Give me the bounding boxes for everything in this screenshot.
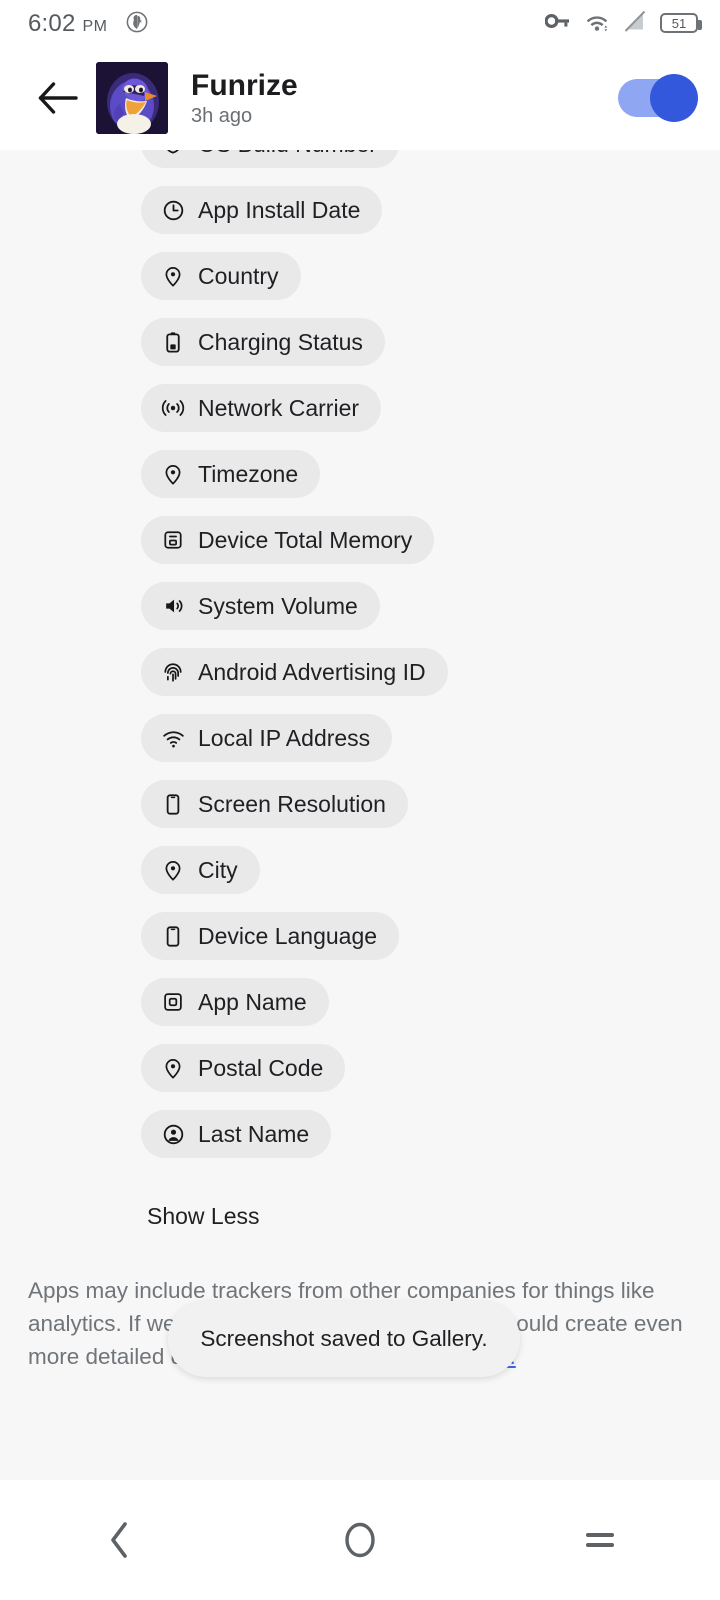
tracker-chip-label: App Install Date [198, 196, 361, 223]
tracker-chip[interactable]: Charging Status [141, 318, 385, 366]
tracker-chip[interactable]: Network Carrier [141, 384, 382, 432]
last-activity-label: 3h ago [191, 104, 253, 127]
tracker-chip-label: Device Language [198, 922, 378, 949]
tracker-chip-row: System Volume [141, 582, 720, 648]
tracker-chip-row: Timezone [141, 450, 720, 516]
tracker-chip-label: Screen Resolution [198, 790, 386, 817]
app-square-icon [161, 990, 185, 1014]
tracker-chip-row: Postal Code [141, 1044, 720, 1110]
tracking-protection-toggle[interactable] [618, 74, 698, 122]
tracker-chip-label: Postal Code [198, 1054, 324, 1081]
nav-recents-icon[interactable] [480, 1480, 720, 1600]
tracker-chip-label: App Name [198, 988, 307, 1015]
memory-chip-icon [161, 528, 185, 552]
location-pin-icon [161, 858, 185, 882]
tracker-chip[interactable]: Android Advertising ID [141, 648, 448, 696]
battery-status-icon: 51 [660, 13, 702, 33]
location-pin-icon [161, 1056, 185, 1080]
tracker-chip[interactable]: Postal Code [141, 1044, 346, 1092]
tracker-chip-label: Network Carrier [198, 394, 360, 421]
tracker-chip-label: Last Name [198, 1120, 310, 1147]
tracker-chip[interactable]: OS Build Number [141, 150, 399, 168]
duckduckgo-icon [126, 11, 148, 38]
tracker-chip-row: App Install Date [141, 186, 720, 252]
system-navigation-bar [0, 1480, 720, 1600]
tracker-chip-row: Country [141, 252, 720, 318]
status-bar-right: 51 [544, 10, 702, 37]
tracker-chip[interactable]: Local IP Address [141, 714, 393, 762]
tracker-chip-label: Country [198, 262, 279, 289]
tracker-chip-label: Device Total Memory [198, 526, 413, 553]
tracker-chip[interactable]: Device Language [141, 912, 400, 960]
phone-icon [161, 924, 185, 948]
signal-off-icon [623, 10, 647, 37]
tracker-chip[interactable]: App Install Date [141, 186, 383, 234]
show-less-button[interactable]: Show Less [147, 1203, 260, 1230]
battery-level-label: 51 [671, 15, 687, 31]
tracker-chip-list: OS Build Number App Install Date Country Ch… [0, 150, 720, 1176]
wifi-icon [161, 726, 185, 750]
toast-message: Screenshot saved to Gallery. [200, 1326, 488, 1351]
tracker-chip-row: Screen Resolution [141, 780, 720, 846]
tracker-chip-row: App Name [141, 978, 720, 1044]
broadcast-icon [161, 396, 185, 420]
tracker-content-scroll[interactable]: OS Build Number App Install Date Country Ch… [0, 150, 720, 1480]
tracker-chip-row: Last Name [141, 1110, 720, 1176]
person-circle-icon [161, 1122, 185, 1146]
nav-home-icon[interactable] [240, 1480, 480, 1600]
tracker-chip[interactable]: System Volume [141, 582, 380, 630]
toast-notification: Screenshot saved to Gallery. [168, 1301, 520, 1377]
app-identity: Funrize 3h ago [191, 69, 298, 128]
page-title: Funrize [191, 68, 298, 102]
tracker-chip-row: Charging Status [141, 318, 720, 384]
tracker-chip[interactable]: Last Name [141, 1110, 332, 1158]
tracker-chip[interactable]: Device Total Memory [141, 516, 435, 564]
shield-check-icon [161, 150, 185, 156]
battery-icon [161, 330, 185, 354]
tracker-chip[interactable]: Country [141, 252, 301, 300]
location-pin-icon [161, 264, 185, 288]
tracker-chip-label: OS Build Number [198, 150, 377, 156]
location-pin-icon [161, 462, 185, 486]
tracker-chip[interactable]: Timezone [141, 450, 321, 498]
tracker-chip-row: Android Advertising ID [141, 648, 720, 714]
clock-icon [161, 198, 185, 222]
nav-back-icon[interactable] [0, 1480, 240, 1600]
wifi-icon [584, 10, 610, 37]
tracker-chip-row: Device Total Memory [141, 516, 720, 582]
tracker-chip-row: OS Build Number [141, 150, 720, 186]
tracker-chip-label: Local IP Address [198, 724, 371, 751]
status-bar-left: 6:02 PM [28, 9, 148, 38]
status-time: 6:02 [28, 9, 76, 37]
volume-icon [161, 594, 185, 618]
status-bar: 6:02 PM 51 [0, 0, 720, 46]
tracker-chip-row: Network Carrier [141, 384, 720, 450]
tracker-chip[interactable]: City [141, 846, 260, 894]
tracker-chip-label: System Volume [198, 592, 358, 619]
tracker-chip-label: Android Advertising ID [198, 658, 426, 685]
toggle-thumb [650, 74, 698, 122]
tracker-chip[interactable]: Screen Resolution [141, 780, 408, 828]
tracker-chip-label: City [198, 856, 238, 883]
tracker-chip-label: Timezone [198, 460, 299, 487]
tracker-chip-label: Charging Status [198, 328, 363, 355]
tracker-chip-row: City [141, 846, 720, 912]
phone-icon [161, 792, 185, 816]
app-bar: Funrize 3h ago [0, 46, 720, 150]
back-arrow-icon[interactable] [30, 70, 86, 126]
tracker-chip-row: Device Language [141, 912, 720, 978]
app-avatar-penguin [96, 62, 168, 134]
tracker-chip[interactable]: App Name [141, 978, 329, 1026]
status-ampm: PM [82, 17, 108, 35]
fingerprint-icon [161, 660, 185, 684]
tracker-chip-row: Local IP Address [141, 714, 720, 780]
vpn-key-icon [544, 11, 571, 36]
